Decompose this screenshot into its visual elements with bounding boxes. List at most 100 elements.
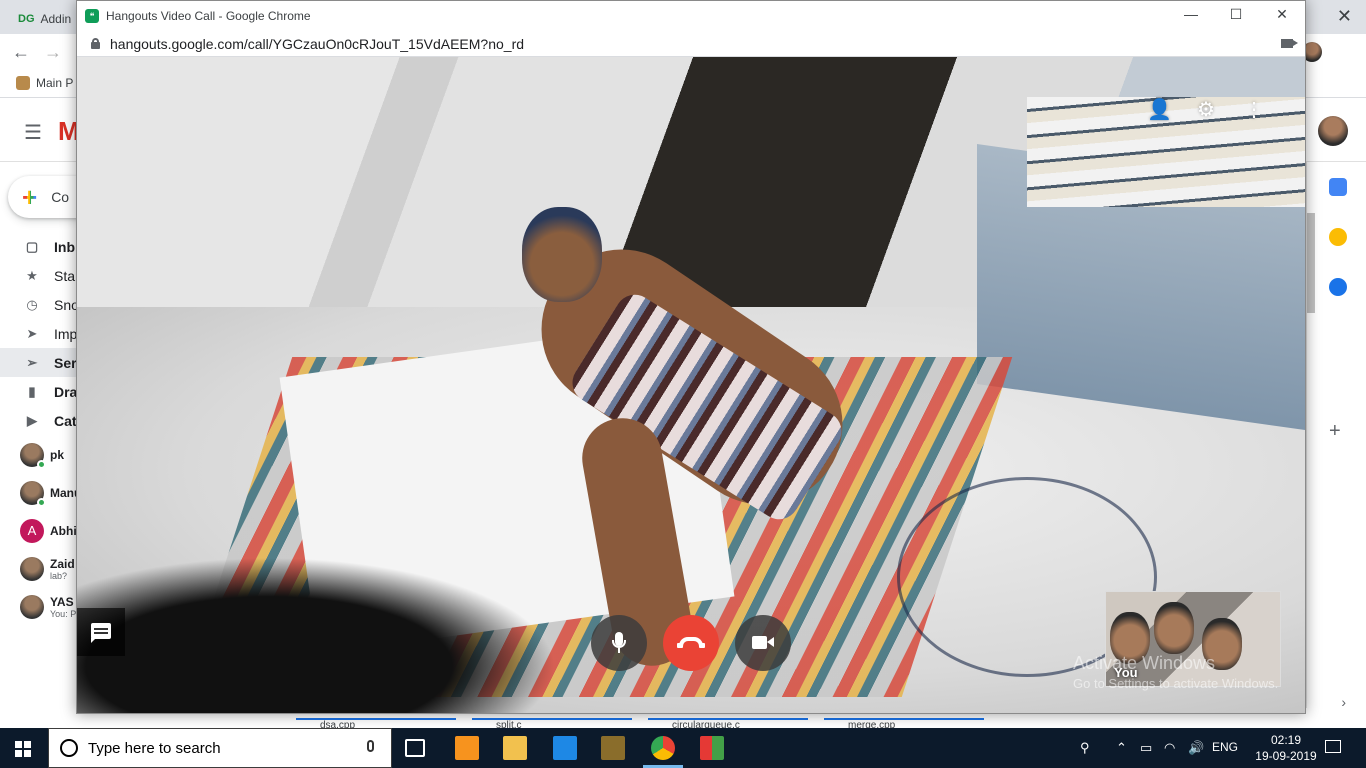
compose-label: Co bbox=[51, 189, 70, 205]
bookmark-item[interactable]: Main P bbox=[16, 76, 73, 90]
hangouts-icon: ❝ bbox=[85, 9, 99, 23]
nav-item[interactable]: ★ Sta bbox=[0, 261, 80, 290]
more-options-icon[interactable]: ⋮ bbox=[1243, 99, 1265, 121]
video-dark-bag bbox=[77, 557, 557, 713]
nav-item[interactable]: ▮ Dra bbox=[0, 377, 80, 406]
tray-chevron-up-icon[interactable]: ⌃ bbox=[1116, 740, 1127, 756]
snooze-icon: ◷ bbox=[26, 296, 38, 312]
video-camera-icon bbox=[752, 636, 774, 649]
hang-up-icon bbox=[677, 637, 705, 648]
menu-icon[interactable]: ☰ bbox=[24, 120, 42, 145]
camera-in-use-icon[interactable] bbox=[1281, 39, 1298, 48]
people-icon[interactable]: ⚲ bbox=[1080, 740, 1090, 756]
volume-icon[interactable]: 🔊 bbox=[1188, 740, 1204, 756]
xampp-icon[interactable] bbox=[455, 736, 479, 760]
cortana-circle-icon bbox=[60, 739, 78, 757]
activate-windows-watermark: Activate Windows Go to Settings to activ… bbox=[1073, 653, 1278, 691]
chat-contact[interactable]: A Abhi bbox=[0, 512, 80, 550]
settings-gear-icon[interactable]: ⚙ bbox=[1195, 99, 1217, 121]
end-call-button[interactable] bbox=[663, 615, 719, 671]
nav-item-label: Dra bbox=[54, 383, 78, 400]
keep-icon[interactable] bbox=[1329, 228, 1347, 246]
lock-icon bbox=[91, 38, 100, 49]
nav-item[interactable]: ▶ Cat bbox=[0, 406, 80, 435]
taskbar-mic-icon[interactable] bbox=[367, 740, 374, 752]
hangouts-chat-list: pk Manu A Abhi Zaid lab? YAS You: P bbox=[0, 436, 81, 626]
taskbar: Type here to search ⚲ ⌃ ▭ ◠ 🔊 ENG 02:19 … bbox=[0, 728, 1366, 768]
microphone-button[interactable] bbox=[591, 615, 647, 671]
draft-window-tab[interactable]: merge.cpp bbox=[824, 718, 984, 728]
back-arrow-icon[interactable]: ← bbox=[12, 42, 30, 63]
important-icon: ➤ bbox=[26, 325, 38, 341]
online-status-dot bbox=[37, 460, 46, 469]
address-bar[interactable]: hangouts.google.com/call/YGCzauOn0cRJouT… bbox=[77, 31, 1305, 57]
close-icon[interactable]: ✕ bbox=[1273, 6, 1291, 24]
tasks-icon[interactable] bbox=[1329, 278, 1347, 296]
battery-icon[interactable]: ▭ bbox=[1140, 740, 1152, 756]
chat-name: Abhi bbox=[50, 524, 77, 538]
avatar bbox=[20, 557, 44, 581]
chat-snippet: lab? bbox=[50, 571, 68, 581]
clock[interactable]: 02:19 19-09-2019 bbox=[1254, 732, 1318, 764]
chat-text: Abhi bbox=[50, 524, 77, 538]
minimize-icon[interactable]: — bbox=[1182, 6, 1200, 24]
file-explorer-icon[interactable] bbox=[503, 736, 527, 760]
sent-icon: ➢ bbox=[26, 354, 38, 370]
nav-item[interactable]: ◷ Sno bbox=[0, 290, 80, 319]
account-avatar[interactable] bbox=[1318, 116, 1348, 146]
draft-window-tab[interactable]: split.c bbox=[472, 718, 632, 728]
maximize-icon[interactable]: ☐ bbox=[1227, 6, 1245, 24]
compose-plus-icon: + bbox=[22, 181, 38, 212]
nav-item-label: Ser bbox=[54, 354, 77, 371]
background-tab-title: Addin bbox=[40, 12, 72, 26]
search-placeholder: Type here to search bbox=[88, 740, 221, 757]
nav-item-label: Inb bbox=[54, 238, 75, 255]
nav-item[interactable]: ➢ Ser bbox=[0, 348, 80, 377]
browser-close-icon[interactable]: ✕ bbox=[1337, 6, 1352, 27]
remote-video: 👤 ⚙ ⋮ You Activate Windows Go to Setting… bbox=[77, 57, 1305, 713]
dosbox-icon[interactable] bbox=[601, 736, 625, 760]
language-indicator[interactable]: ENG bbox=[1212, 740, 1238, 754]
nav-item[interactable]: ▢ Inb bbox=[0, 232, 80, 261]
clock-time: 02:19 bbox=[1270, 733, 1302, 747]
draft-window-tab[interactable]: circularqueue.c bbox=[648, 718, 808, 728]
draft-window-tab[interactable]: dsa.cpp bbox=[296, 718, 456, 728]
watermark-subtitle: Go to Settings to activate Windows. bbox=[1073, 676, 1279, 691]
nav-item-label: Sta bbox=[54, 267, 76, 284]
calendar-icon[interactable] bbox=[1329, 178, 1347, 196]
chat-contact[interactable]: pk bbox=[0, 436, 80, 474]
bookmark-favicon-icon bbox=[16, 76, 30, 90]
nav-item[interactable]: ➤ Imp bbox=[0, 319, 80, 348]
window-title: Hangouts Video Call - Google Chrome bbox=[106, 9, 311, 23]
wifi-icon[interactable]: ◠ bbox=[1164, 740, 1175, 756]
chat-contact[interactable]: YAS You: P bbox=[0, 588, 80, 626]
winrar-icon[interactable] bbox=[700, 736, 724, 760]
chat-text: YAS You: P bbox=[50, 595, 76, 619]
gmail-nav: ▢ Inb ★ Sta ◷ Sno ➤ Imp ➢ Ser ▮ Dra ▶ Cat bbox=[0, 232, 80, 435]
add-addon-icon[interactable]: + bbox=[1329, 420, 1341, 443]
avatar bbox=[20, 443, 46, 469]
nav-item-label: Imp bbox=[54, 325, 78, 342]
tab-favicon-icon: DG bbox=[18, 13, 35, 25]
chrome-icon[interactable] bbox=[651, 736, 675, 760]
avatar bbox=[20, 595, 44, 619]
nav-item-label: Cat bbox=[54, 412, 77, 429]
vscode-icon[interactable] bbox=[553, 736, 577, 760]
hangouts-window: ❝ Hangouts Video Call - Google Chrome — … bbox=[76, 0, 1306, 714]
taskbar-search-box[interactable]: Type here to search bbox=[48, 728, 392, 768]
notifications-icon[interactable] bbox=[1325, 740, 1341, 753]
windows-start-icon[interactable] bbox=[15, 741, 31, 757]
chat-name: Zaid bbox=[50, 557, 75, 571]
chat-button[interactable] bbox=[77, 608, 125, 656]
chat-contact[interactable]: Zaid lab? bbox=[0, 550, 80, 588]
forward-arrow-icon[interactable]: → bbox=[44, 42, 62, 63]
chat-contact[interactable]: Manu bbox=[0, 474, 81, 512]
online-status-dot bbox=[37, 498, 46, 507]
background-scrollbar[interactable] bbox=[1307, 213, 1315, 313]
video-person-head bbox=[522, 207, 602, 302]
window-titlebar[interactable]: ❝ Hangouts Video Call - Google Chrome — … bbox=[77, 1, 1305, 31]
call-top-controls: 👤 ⚙ ⋮ bbox=[1147, 99, 1265, 121]
add-person-icon[interactable]: 👤 bbox=[1147, 99, 1172, 121]
camera-button[interactable] bbox=[735, 615, 791, 671]
task-view-icon[interactable] bbox=[405, 739, 425, 757]
